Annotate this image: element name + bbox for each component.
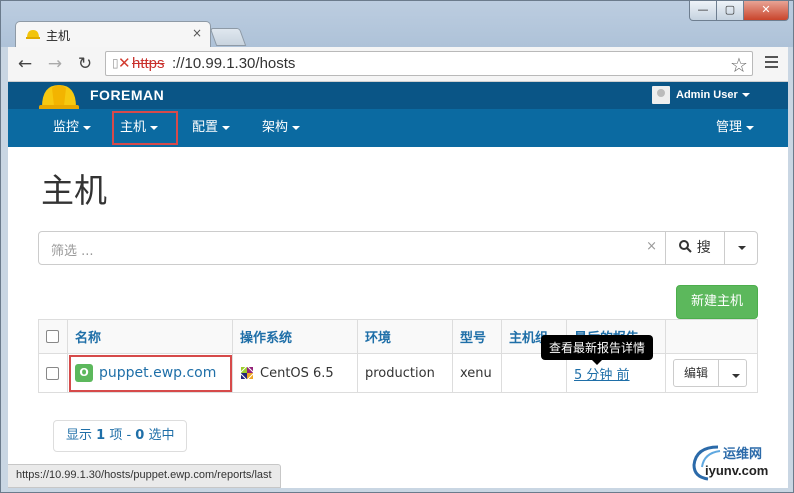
report-tooltip: 查看最新报告详情 [541, 335, 654, 365]
search-bookmarks-dropdown[interactable] [724, 231, 758, 265]
column-os[interactable]: 操作系统 [232, 319, 358, 354]
host-link[interactable]: puppet.ewp.com [99, 365, 216, 381]
search-button-label: 搜 [696, 240, 711, 256]
search-button[interactable]: 搜 [665, 231, 725, 265]
bookmark-star-icon[interactable]: ☆ [730, 53, 748, 77]
select-all-checkbox[interactable] [46, 330, 59, 343]
watermark-domain: iyunv.com [705, 463, 769, 478]
close-window-button[interactable]: ✕ [743, 1, 789, 21]
actions-cell: 编辑 [665, 353, 758, 393]
model-cell: xenu [452, 353, 502, 393]
tab-strip: 主机 × — ▢ ✕ [1, 1, 793, 47]
browser-window: 主机 × — ▢ ✕ ← → ↻ ▯ ✕ https ://10.99.1.30… [0, 0, 794, 493]
column-model[interactable]: 型号 [452, 319, 502, 354]
reload-icon[interactable]: ↻ [74, 53, 96, 75]
column-environment[interactable]: 环境 [357, 319, 453, 354]
nav-administer[interactable]: 管理 [706, 109, 764, 147]
new-host-button[interactable]: 新建主机 [676, 285, 758, 319]
shown-count: 1 [96, 428, 106, 443]
selected-count: 0 [135, 428, 145, 443]
os-cell: CentOS 6.5 [232, 353, 358, 393]
minimize-button[interactable]: — [689, 1, 717, 21]
os-name: CentOS 6.5 [260, 365, 334, 381]
top-navbar: FOREMAN Admin User [8, 82, 788, 111]
edit-button[interactable]: 编辑 [673, 359, 719, 387]
search-placeholder: 筛选 ... [51, 244, 94, 259]
main-navbar: 监控 主机 配置 架构 管理 [8, 109, 788, 147]
chevron-down-icon [732, 374, 740, 378]
search-icon [679, 240, 692, 253]
host-name-cell: Opuppet.ewp.com [67, 353, 233, 393]
chevron-down-icon [738, 246, 746, 250]
back-arrow-icon[interactable]: ← [14, 53, 36, 75]
tab-close-icon[interactable]: × [192, 26, 202, 40]
tab-title: 主机 [46, 29, 71, 43]
nav-infrastructure[interactable]: 架构 [252, 109, 310, 147]
chevron-down-icon [741, 93, 750, 97]
avatar [652, 86, 670, 104]
new-tab-button[interactable] [209, 28, 247, 46]
page-title: 主机 [41, 171, 107, 210]
address-bar[interactable]: ▯ ✕ https ://10.99.1.30/hosts [105, 51, 753, 76]
brand-name[interactable]: FOREMAN [90, 87, 164, 103]
user-menu[interactable]: Admin User [652, 86, 750, 106]
forward-arrow-icon[interactable]: → [44, 53, 66, 75]
clear-search-icon[interactable]: × [646, 239, 657, 254]
nav-monitor[interactable]: 监控 [43, 109, 101, 147]
browser-toolbar: ← → ↻ ▯ ✕ https ://10.99.1.30/hosts ☆ [8, 47, 788, 82]
status-bar-url: https://10.99.1.30/hosts/puppet.ewp.com/… [8, 464, 281, 488]
maximize-button[interactable]: ▢ [716, 1, 744, 21]
search-input[interactable]: 筛选 ... × [38, 231, 666, 265]
last-report-link[interactable]: 5 分钟 前 [574, 368, 630, 383]
address-scheme: https [132, 55, 165, 72]
nav-hosts[interactable]: 主机 [110, 109, 180, 147]
page-content: FOREMAN Admin User 监控 主机 配置 架构 管理 主机 筛选 … [8, 82, 788, 488]
status-badge: O [75, 364, 93, 382]
selection-summary: 显示 1 项 - 0 选中 [53, 420, 188, 452]
environment-cell: production [357, 353, 453, 393]
column-name[interactable]: 名称 [67, 319, 233, 354]
browser-tab[interactable]: 主机 × [15, 21, 211, 47]
chevron-down-icon [150, 125, 159, 130]
chevron-down-icon [292, 125, 301, 130]
chevron-down-icon [746, 125, 755, 130]
foreman-helmet-icon [26, 30, 40, 39]
user-name: Admin User [676, 88, 738, 101]
watermark-logo: 运维网 iyunv.com [690, 439, 788, 488]
nav-configure[interactable]: 配置 [182, 109, 240, 147]
watermark-text: 运维网 [723, 447, 763, 462]
insecure-x-icon: ✕ [118, 54, 131, 72]
browser-menu-icon[interactable] [760, 53, 782, 75]
address-path: ://10.99.1.30/hosts [172, 55, 296, 72]
row-checkbox[interactable] [46, 366, 59, 380]
chevron-down-icon [83, 125, 92, 130]
row-actions-dropdown[interactable] [719, 359, 747, 387]
centos-icon [240, 366, 254, 380]
chevron-down-icon [222, 125, 231, 130]
